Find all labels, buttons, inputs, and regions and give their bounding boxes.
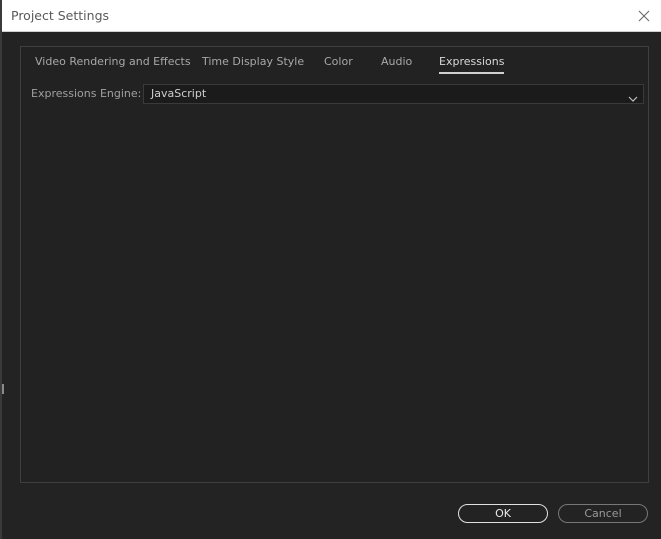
chevron-down-icon [627,89,639,102]
background-edge-marker [2,384,4,394]
cancel-button[interactable]: Cancel [558,504,648,523]
tab-time-display-style[interactable]: Time Display Style [202,55,304,69]
tab-video-rendering-and-effects[interactable]: Video Rendering and Effects [35,55,191,69]
tab-audio[interactable]: Audio [381,55,412,69]
tab-expressions[interactable]: Expressions [439,55,505,74]
expressions-engine-label: Expressions Engine: [31,87,142,100]
dialog-title: Project Settings [11,8,110,23]
settings-panel: Video Rendering and Effects Time Display… [20,46,649,483]
expressions-engine-value: JavaScript [151,87,207,100]
close-icon[interactable] [634,6,654,26]
ok-button[interactable]: OK [458,504,548,523]
expressions-engine-select[interactable]: JavaScript [143,84,644,104]
tab-color[interactable]: Color [324,55,353,69]
project-settings-dialog: Project Settings Video Rendering and Eff… [0,0,661,539]
title-bar: Project Settings [2,0,661,32]
tab-bar: Video Rendering and Effects Time Display… [21,47,648,77]
